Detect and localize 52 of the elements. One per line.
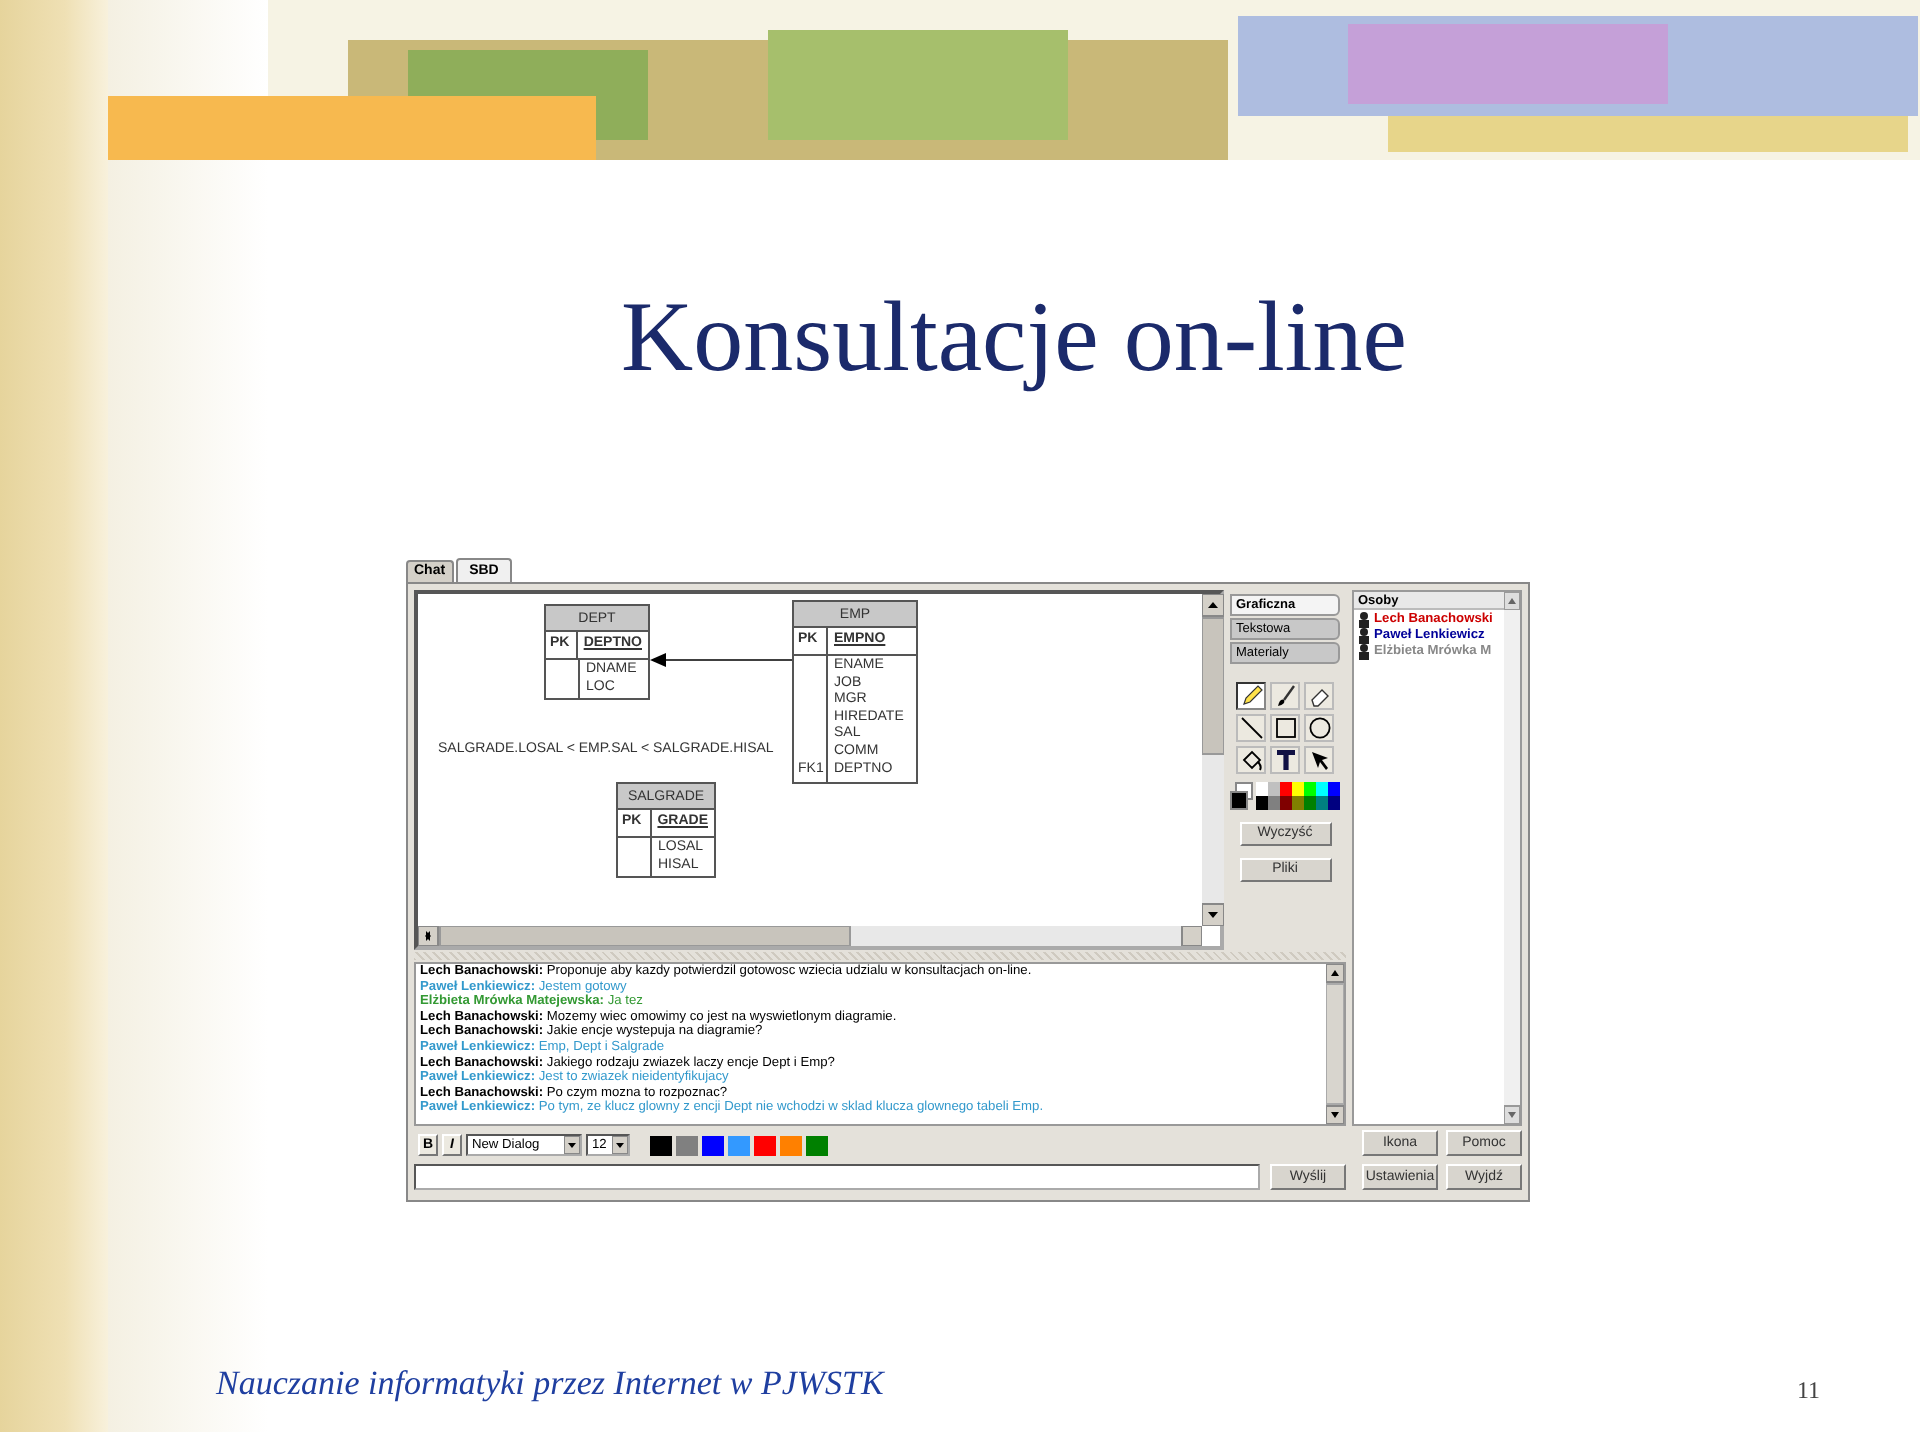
fill-icon [1239,748,1263,772]
message-input[interactable] [414,1164,1260,1190]
pencil-tool-button[interactable] [1236,682,1266,710]
color-swatch[interactable] [780,1135,802,1155]
color-swatch[interactable] [1304,782,1316,796]
scroll-up-button[interactable] [1504,592,1520,610]
current-colors-icon [1230,782,1254,810]
vertical-scrollbar[interactable] [1504,610,1520,1124]
color-swatch[interactable] [1280,796,1292,810]
pencil-icon [1239,684,1263,708]
text-icon [1273,748,1297,772]
color-swatch[interactable] [1256,782,1268,796]
color-swatch[interactable] [702,1135,724,1155]
color-swatch[interactable] [676,1135,698,1155]
color-swatch[interactable] [1292,782,1304,796]
ellipse-tool-button[interactable] [1304,714,1334,742]
color-swatch[interactable] [1280,782,1292,796]
eraser-tool-button[interactable] [1304,682,1334,710]
color-swatch[interactable] [650,1135,672,1155]
color-swatch[interactable] [1316,782,1328,796]
color-swatch[interactable] [1256,796,1268,810]
ellipse-icon [1307,716,1331,740]
caret-icon [612,1136,628,1154]
vertical-scrollbar[interactable] [1326,964,1344,1124]
relationship-arrow [650,652,792,668]
color-swatch[interactable] [1316,796,1328,810]
line-tool-button[interactable] [1236,714,1266,742]
text-tool-button[interactable] [1270,746,1300,774]
footer-text: Nauczanie informatyki przez Internet w PJWSTK [216,1361,884,1406]
color-swatch[interactable] [806,1135,828,1155]
color-swatch[interactable] [1292,796,1304,810]
caret-icon [564,1136,580,1154]
color-swatch[interactable] [1328,796,1340,810]
color-swatch[interactable] [1304,796,1316,810]
color-swatch[interactable] [1268,796,1280,810]
color-swatch[interactable] [754,1135,776,1155]
fill-tool-button[interactable] [1236,746,1266,774]
brush-tool-button[interactable] [1270,682,1300,710]
brush-icon [1273,684,1297,708]
horizontal-scrollbar[interactable] [418,926,1202,946]
pointer-tool-button[interactable] [1304,746,1334,774]
slide-title: Konsultacje on-line [619,280,1409,392]
line-icon [1239,716,1263,740]
eraser-icon [1307,684,1331,708]
rectangle-icon [1273,716,1297,740]
rectangle-tool-button[interactable] [1270,714,1300,742]
color-swatch[interactable] [728,1135,750,1155]
page-number: 11 [1796,1374,1820,1408]
vertical-scrollbar[interactable] [1202,594,1224,926]
color-swatch[interactable] [1328,782,1340,796]
color-swatch[interactable] [1268,782,1280,796]
pointer-icon [1307,748,1331,772]
